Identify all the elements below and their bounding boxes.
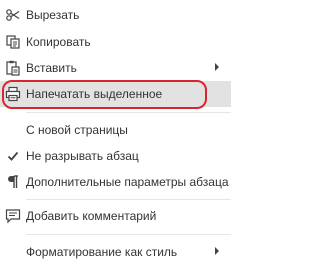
menu-item-copy[interactable]: Копировать bbox=[0, 29, 231, 55]
copy-icon bbox=[4, 33, 22, 51]
menu-item-label: Вырезать bbox=[26, 8, 80, 22]
comment-icon bbox=[4, 207, 22, 225]
menu-item-label: С новой страницы bbox=[26, 123, 128, 137]
menu-item-label: Напечатать выделенное bbox=[26, 87, 163, 101]
paragraph-icon bbox=[4, 173, 22, 191]
menu-item-label: Не разрывать абзац bbox=[26, 149, 139, 163]
submenu-arrow-icon bbox=[215, 63, 219, 71]
menu-item-print-selection[interactable]: Напечатать выделенное bbox=[0, 81, 231, 107]
menu-item-label: Дополнительные параметры абзаца bbox=[26, 175, 229, 189]
print-icon bbox=[4, 85, 22, 103]
submenu-arrow-icon bbox=[215, 247, 219, 255]
context-menu: Вырезать Копировать Вставить Напечатать … bbox=[0, 0, 231, 267]
menu-item-format-as-style[interactable]: Форматирование как стиль bbox=[0, 239, 231, 265]
paste-icon bbox=[4, 59, 22, 77]
menu-item-label: Добавить комментарий bbox=[26, 209, 157, 223]
menu-item-cut[interactable]: Вырезать bbox=[0, 2, 231, 28]
checkmark-icon bbox=[4, 147, 22, 165]
menu-item-paragraph-settings[interactable]: Дополнительные параметры абзаца bbox=[0, 169, 231, 195]
menu-separator bbox=[26, 199, 231, 200]
menu-item-paste[interactable]: Вставить bbox=[0, 55, 231, 81]
menu-item-label: Вставить bbox=[26, 61, 77, 75]
menu-separator bbox=[26, 112, 231, 113]
menu-item-label: Форматирование как стиль bbox=[26, 245, 178, 259]
menu-item-page-break-before[interactable]: С новой страницы bbox=[0, 117, 231, 143]
menu-item-label: Копировать bbox=[26, 35, 91, 49]
scissors-icon bbox=[4, 6, 22, 24]
menu-item-add-comment[interactable]: Добавить комментарий bbox=[0, 203, 231, 229]
menu-separator bbox=[26, 234, 231, 235]
menu-item-keep-lines-together[interactable]: Не разрывать абзац bbox=[0, 143, 231, 169]
